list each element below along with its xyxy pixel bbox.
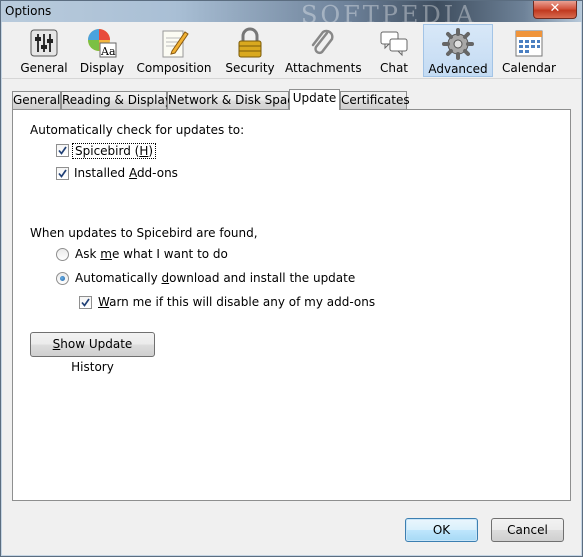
access-key: A	[128, 166, 137, 180]
auto-download-radio[interactable]	[56, 272, 69, 285]
options-window: SOFTPEDIA Options ✕ General Aa Display C…	[0, 0, 583, 557]
toolbar-general[interactable]: General	[13, 24, 75, 77]
toolbar-label: Calendar	[502, 61, 556, 75]
toolbar-calendar[interactable]: Calendar	[498, 24, 560, 77]
tab-update[interactable]: Update	[289, 89, 340, 110]
toolbar-label: Composition	[136, 61, 212, 75]
prefpane-toolbar: General Aa Display Composition Security …	[2, 22, 581, 79]
tab-general[interactable]: General	[12, 91, 61, 109]
warn-disable-addons-checkbox[interactable]	[79, 296, 92, 309]
label-text: arn me if this will disable any of my ad…	[109, 295, 376, 309]
toolbar-label: Chat	[379, 61, 409, 75]
update-panel: Automatically check for updates to: Spic…	[12, 109, 571, 501]
auto-download-label[interactable]: Automatically download and install the u…	[75, 271, 355, 285]
toolbar-chat[interactable]: Chat	[370, 24, 418, 77]
label-text: )	[148, 144, 154, 158]
toolbar-label: Display	[79, 61, 125, 75]
label-text: dd-ons	[136, 166, 178, 180]
toolbar-advanced[interactable]: Advanced	[423, 24, 493, 77]
installed-addons-label[interactable]: Installed Add-ons	[74, 166, 178, 180]
installed-addons-checkbox[interactable]	[56, 167, 69, 180]
toolbar-label: Attachments	[285, 61, 362, 75]
toolbar-attachments[interactable]: Attachments	[285, 24, 362, 77]
calendar-icon	[515, 30, 543, 57]
tab-strip: General Reading & Display Network & Disk…	[12, 89, 572, 110]
spicebird-label[interactable]: Spicebird (H)	[72, 143, 157, 159]
label-text: e what I want to do	[111, 247, 228, 261]
warn-disable-addons-label[interactable]: Warn me if this will disable any of my a…	[98, 295, 375, 309]
toolbar-label: Advanced	[428, 62, 488, 76]
access-key: W	[98, 295, 110, 309]
ask-me-radio[interactable]	[56, 248, 69, 261]
close-button[interactable]: ✕	[533, 1, 577, 19]
checkmark-icon	[81, 298, 90, 307]
access-key: d	[161, 271, 170, 285]
show-update-history-button[interactable]: Show Update History	[30, 332, 155, 374]
close-icon: ✕	[549, 1, 561, 16]
toolbar-label: Security	[225, 61, 275, 75]
color-aa-icon: Aa	[88, 29, 117, 58]
client-area: General Aa Display Composition Security …	[2, 22, 581, 555]
chat-bubbles-icon	[380, 31, 408, 57]
checkmark-icon	[58, 169, 67, 178]
label-text: Spicebird (	[75, 144, 140, 158]
tab-reading-display[interactable]: Reading & Display	[61, 91, 172, 109]
pencil-paper-icon	[162, 30, 189, 58]
ok-button[interactable]: OK	[405, 518, 478, 542]
gear-icon	[442, 28, 474, 60]
title-bar[interactable]: SOFTPEDIA Options ✕	[1, 1, 582, 29]
paperclip-icon	[311, 29, 334, 55]
sliders-icon	[30, 29, 58, 57]
toolbar-label: General	[20, 61, 68, 75]
toolbar-composition[interactable]: Composition	[133, 24, 215, 77]
label-text: ownload and install the update	[169, 271, 356, 285]
window-title: Options	[5, 4, 52, 18]
tab-certificates[interactable]: Certificates	[340, 91, 410, 109]
label-text: Ask	[75, 247, 101, 261]
tab-network-disk-space[interactable]: Network & Disk Space	[167, 91, 301, 109]
auto-check-heading: Automatically check for updates to:	[30, 123, 245, 137]
button-label: how Update History	[60, 337, 133, 374]
toolbar-security[interactable]: Security	[222, 24, 278, 77]
svg-text:Aa: Aa	[100, 45, 116, 58]
padlock-icon	[238, 27, 262, 58]
cancel-button[interactable]: Cancel	[491, 518, 564, 542]
spicebird-checkbox[interactable]	[56, 144, 69, 157]
access-key: m	[100, 247, 112, 261]
label-text: Installed	[74, 166, 129, 180]
toolbar-display[interactable]: Aa Display	[76, 24, 128, 77]
checkmark-icon	[58, 146, 67, 155]
ask-me-label[interactable]: Ask me what I want to do	[75, 247, 228, 261]
found-heading: When updates to Spicebird are found,	[30, 226, 258, 240]
label-text: Automatically	[75, 271, 162, 285]
radio-selected-dot	[60, 276, 65, 281]
